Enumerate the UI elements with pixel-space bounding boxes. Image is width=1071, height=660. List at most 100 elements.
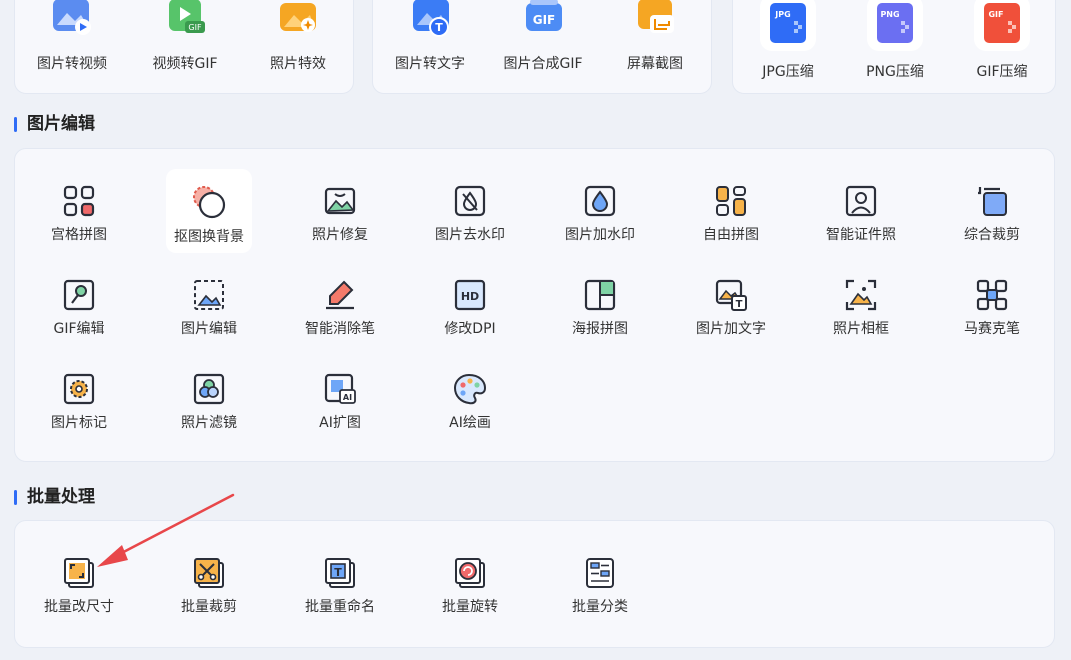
svg-text:JPG: JPG: [774, 10, 790, 19]
tool-label: 智能消除笔: [305, 321, 375, 337]
svg-text:GIF: GIF: [533, 13, 556, 27]
image-to-text-icon: T: [413, 0, 449, 37]
section-title-image-edit: 图片编辑: [14, 114, 95, 134]
add-watermark-icon: [584, 185, 616, 217]
tool-label: 屏幕截图: [627, 56, 683, 72]
tool-photo-filter[interactable]: 照片滤镜: [144, 373, 274, 431]
batch-crop-icon: [194, 558, 224, 588]
ai-paint-icon: [453, 373, 487, 405]
tool-label: 批量裁剪: [181, 599, 237, 615]
mosaic-pen-icon: [976, 279, 1008, 311]
poster-collage-icon: [584, 279, 616, 311]
add-text-icon: T: [715, 279, 747, 311]
tool-label: 综合裁剪: [964, 227, 1020, 243]
tool-add-watermark[interactable]: 图片加水印: [535, 185, 665, 243]
screenshot-icon: [638, 0, 674, 33]
tool-modify-dpi[interactable]: HD 修改DPI: [405, 279, 535, 337]
id-photo-icon: [845, 185, 877, 217]
tool-label: 批量旋转: [442, 599, 498, 615]
tool-photo-restore[interactable]: 照片修复: [275, 185, 405, 243]
batch-resize-icon: [64, 558, 94, 588]
tool-label: 图片合成GIF: [503, 56, 583, 72]
tool-label: 批量改尺寸: [44, 599, 114, 615]
svg-text:T: T: [334, 566, 342, 579]
tool-id-photo[interactable]: 智能证件照: [796, 185, 926, 243]
tool-crop[interactable]: 综合裁剪: [927, 185, 1057, 243]
batch-rename-icon: T: [325, 558, 355, 588]
tool-label: GIF压缩: [976, 64, 1028, 80]
top-card-1: 图片转视频 GIF 视频转GIF 照片特效: [14, 0, 354, 94]
tool-batch-rotate[interactable]: 批量旋转: [405, 557, 535, 615]
tool-photo-effects[interactable]: [233, 0, 363, 39]
tool-cutout-background[interactable]: 抠图换背景: [144, 185, 274, 245]
tool-mosaic-pen[interactable]: 马赛克笔: [927, 279, 1057, 337]
crop-icon: [978, 187, 1007, 216]
tool-eraser-pen[interactable]: 智能消除笔: [275, 279, 405, 337]
batch-panel: 批量改尺寸 批量裁剪 T 批量重命名 批量旋转 批量分类: [14, 520, 1055, 648]
svg-text:PNG: PNG: [880, 10, 899, 19]
video-to-gif-icon: GIF: [169, 0, 205, 33]
remove-watermark-icon: [454, 185, 486, 217]
tool-grid-collage[interactable]: 宫格拼图: [14, 185, 144, 243]
photo-filter-icon: [193, 373, 225, 405]
cutout-background-icon: [193, 186, 226, 219]
batch-classify-icon: [586, 558, 614, 588]
tool-label: 照片修复: [312, 227, 368, 243]
tool-label: AI绘画: [449, 415, 491, 431]
svg-text:GIF: GIF: [188, 23, 202, 32]
tool-image-to-video[interactable]: [6, 0, 136, 39]
tool-image-to-text[interactable]: T: [366, 0, 496, 39]
tool-batch-classify[interactable]: 批量分类: [535, 557, 665, 615]
top-card-3: JPG JPG压缩 PNG PNG压缩 GIF GIF压缩: [732, 0, 1056, 94]
tool-image-mark[interactable]: 图片标记: [14, 373, 144, 431]
tool-label: 照片特效: [270, 56, 326, 72]
tool-free-collage[interactable]: 自由拼图: [666, 185, 796, 243]
tool-images-to-gif[interactable]: GIF: [479, 0, 609, 39]
tool-label: 图片转文字: [395, 56, 465, 72]
gif-edit-icon: [63, 279, 95, 311]
tool-batch-resize[interactable]: 批量改尺寸: [14, 557, 144, 615]
tool-remove-watermark[interactable]: 图片去水印: [405, 185, 535, 243]
tool-label: PNG压缩: [866, 64, 924, 80]
tool-label: 图片转视频: [37, 56, 107, 72]
tool-add-text[interactable]: T 图片加文字: [666, 279, 796, 337]
tool-label: 批量分类: [572, 599, 628, 615]
images-to-gif-icon: GIF: [526, 0, 562, 31]
section-title-batch: 批量处理: [14, 487, 95, 507]
jpg-compress-icon[interactable]: JPG: [760, 0, 816, 51]
tool-label: JPG压缩: [762, 64, 814, 80]
tool-label: 图片编辑: [181, 321, 237, 337]
tool-batch-rename[interactable]: T 批量重命名: [275, 557, 405, 615]
photo-frame-icon: [845, 279, 877, 311]
tool-video-to-gif[interactable]: GIF: [120, 0, 250, 39]
svg-text:T: T: [736, 299, 743, 310]
svg-text:T: T: [435, 21, 443, 34]
image-mark-icon: [63, 373, 95, 405]
gif-compress-icon[interactable]: GIF: [974, 0, 1030, 51]
tool-ai-paint[interactable]: AI绘画: [405, 373, 535, 431]
tool-label: GIF编辑: [53, 321, 105, 337]
tool-poster-collage[interactable]: 海报拼图: [535, 279, 665, 337]
tool-image-edit[interactable]: 图片编辑: [144, 279, 274, 337]
tool-batch-crop[interactable]: 批量裁剪: [144, 557, 274, 615]
photo-restore-icon: [324, 187, 356, 215]
tool-label: 海报拼图: [572, 321, 628, 337]
tool-label: 智能证件照: [826, 227, 896, 243]
tool-label: AI扩图: [319, 415, 361, 431]
tool-label: 视频转GIF: [152, 56, 218, 72]
tool-ai-expand[interactable]: AI AI扩图: [275, 373, 405, 431]
tool-label: 图片标记: [51, 415, 107, 431]
tool-photo-frame[interactable]: 照片相框: [796, 279, 926, 337]
top-card-2: T 图片转文字 GIF 图片合成GIF 屏幕截图: [372, 0, 712, 94]
png-compress-icon[interactable]: PNG: [867, 0, 923, 51]
tool-label: 图片去水印: [435, 227, 505, 243]
tool-screenshot[interactable]: [591, 0, 721, 39]
tool-gif-edit[interactable]: GIF编辑: [14, 279, 144, 337]
tool-label: 自由拼图: [703, 227, 759, 243]
tool-label: 图片加文字: [696, 321, 766, 337]
tool-label: 照片滤镜: [181, 415, 237, 431]
image-to-video-icon: [53, 0, 91, 35]
ai-expand-icon: AI: [324, 373, 356, 404]
image-edit-icon: [194, 280, 224, 310]
svg-text:GIF: GIF: [988, 10, 1003, 19]
